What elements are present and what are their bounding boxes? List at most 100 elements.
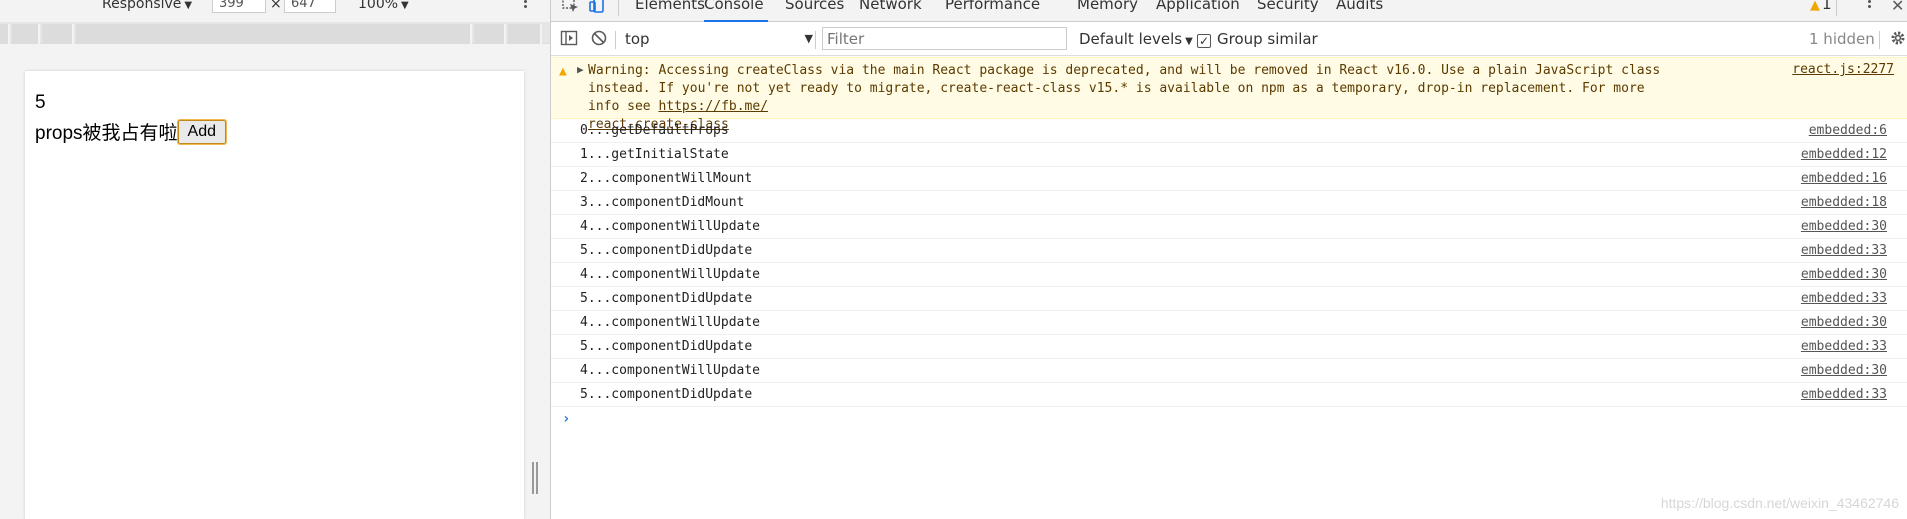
ruler-segment[interactable] [474, 24, 506, 44]
warning-icon: ▲ [559, 64, 567, 79]
log-message: 3...componentDidMount [580, 195, 745, 210]
device-toolbar-icon[interactable] [589, 0, 609, 16]
width-input[interactable]: 399 [212, 0, 266, 13]
hidden-count: 1 hidden [1809, 30, 1875, 48]
log-message: 4...componentWillUpdate [580, 315, 761, 330]
log-source-link[interactable]: embedded:33 [1801, 287, 1887, 310]
log-source-link[interactable]: embedded:33 [1801, 239, 1887, 262]
tab-sources[interactable]: Sources [785, 0, 844, 22]
media-query-ruler [0, 22, 550, 44]
close-icon[interactable]: ✕ [1891, 0, 1907, 16]
tab-application[interactable]: Application [1156, 0, 1240, 22]
log-source-link[interactable]: embedded:30 [1801, 311, 1887, 334]
tab-elements[interactable]: Elements [635, 0, 705, 22]
log-message: 5...componentDidUpdate [580, 243, 753, 258]
emulated-viewport: 5 props被我占有啦 Add [25, 71, 524, 519]
ruler-segment[interactable] [42, 24, 74, 44]
watermark: https://blog.csdn.net/weixin_43462746 [1660, 495, 1899, 511]
warning-line-2: instead. If you're not yet ready to migr… [588, 81, 1645, 114]
warning-link-part1[interactable]: https://fb.me/ [658, 99, 768, 114]
add-button[interactable]: Add [176, 118, 228, 145]
more-options-icon[interactable] [524, 0, 528, 10]
tab-performance[interactable]: Performance [945, 0, 1040, 22]
console-log-row: 1...getInitialState embedded:12 [551, 143, 1907, 167]
log-message: 4...componentWillUpdate [580, 219, 761, 234]
device-mode-dropdown[interactable]: Responsive ▼ [102, 0, 192, 12]
browser-window: Responsive ▼ 399 × 647 100% ▼ 5 props被我占有啦… [0, 0, 1907, 519]
device-mode-label: Responsive [102, 0, 182, 12]
console-prompt[interactable]: › [551, 407, 1907, 431]
props-line: props被我占有啦 Add [35, 118, 228, 145]
console-log-row: 5...componentDidUpdate embedded:33 [551, 335, 1907, 359]
props-text: props被我占有啦 [35, 123, 178, 144]
log-source-link[interactable]: embedded:30 [1801, 215, 1887, 238]
group-similar-toggle[interactable]: ✓ Group similar [1197, 30, 1318, 48]
filter-input[interactable] [822, 27, 1067, 50]
console-log-row: 5...componentDidUpdate embedded:33 [551, 383, 1907, 407]
tab-network[interactable]: Network [859, 0, 922, 22]
warning-source-link[interactable]: react.js:2277 [1792, 62, 1894, 77]
ruler-segment[interactable] [12, 24, 40, 44]
context-label: top [625, 30, 650, 48]
settings-gear-icon[interactable] [1889, 29, 1907, 51]
warning-line-1: Warning: Accessing createClass via the m… [588, 63, 1661, 78]
log-message: 5...componentDidUpdate [580, 339, 753, 354]
context-selector[interactable]: top ▼ [625, 30, 813, 48]
console-warning-message[interactable]: ▲ ▶ Warning: Accessing createClass via t… [551, 57, 1907, 132]
log-levels-label: Default levels [1079, 30, 1183, 48]
console-filterbar: top ▼ Default levels▼ ✓Group similar 1 h… [551, 23, 1907, 56]
zoom-label: 100% [358, 0, 399, 12]
caret-down-icon: ▼ [1185, 36, 1193, 47]
filterbar-separator [815, 31, 816, 49]
log-source-link[interactable]: embedded:6 [1809, 119, 1887, 142]
inspect-element-icon[interactable] [562, 0, 582, 16]
filterbar-separator [1879, 31, 1880, 49]
filterbar-separator [615, 31, 616, 49]
expand-triangle-icon[interactable]: ▶ [577, 63, 584, 76]
times-symbol: × [270, 0, 282, 12]
log-message: 0...getDefaultProps [580, 123, 729, 138]
warning-icon: ▲ [1810, 0, 1820, 13]
tab-console[interactable]: Console [704, 0, 768, 22]
log-source-link[interactable]: embedded:12 [1801, 143, 1887, 166]
log-source-link[interactable]: embedded:30 [1801, 359, 1887, 382]
log-message: 4...componentWillUpdate [580, 363, 761, 378]
log-message: 2...componentWillMount [580, 171, 753, 186]
tab-audits[interactable]: Audits [1336, 0, 1383, 22]
counter-value: 5 [35, 92, 46, 113]
console-log-row: 4...componentWillUpdate embedded:30 [551, 311, 1907, 335]
ruler-segment[interactable] [0, 24, 10, 44]
console-log-row: 5...componentDidUpdate embedded:33 [551, 239, 1907, 263]
log-source-link[interactable]: embedded:33 [1801, 335, 1887, 358]
log-message: 4...componentWillUpdate [580, 267, 761, 282]
console-log-row: 5...componentDidUpdate embedded:33 [551, 287, 1907, 311]
tab-memory[interactable]: Memory [1077, 0, 1138, 22]
log-source-link[interactable]: embedded:18 [1801, 191, 1887, 214]
device-toolbar: Responsive ▼ 399 × 647 100% ▼ [0, 0, 550, 14]
group-similar-checkbox[interactable]: ✓ [1197, 34, 1211, 48]
group-similar-label: Group similar [1217, 30, 1318, 48]
clear-console-icon[interactable] [590, 29, 608, 51]
ruler-segment[interactable] [76, 24, 472, 44]
console-log-row: 4...componentWillUpdate embedded:30 [551, 359, 1907, 383]
warning-counter[interactable]: ▲ 1 [1810, 0, 1832, 13]
log-message: 1...getInitialState [580, 147, 729, 162]
sidebar-toggle-icon[interactable] [560, 29, 578, 51]
prompt-chevron-icon: › [562, 411, 571, 427]
log-levels-dropdown[interactable]: Default levels ▼ [1079, 30, 1193, 48]
log-source-link[interactable]: embedded:16 [1801, 167, 1887, 190]
console-log-row: 4...componentWillUpdate embedded:30 [551, 215, 1907, 239]
ruler-segment[interactable] [508, 24, 542, 44]
log-source-link[interactable]: embedded:30 [1801, 263, 1887, 286]
log-message: 5...componentDidUpdate [580, 387, 753, 402]
tab-security[interactable]: Security [1257, 0, 1319, 22]
caret-down-icon: ▼ [804, 32, 813, 45]
log-source-link[interactable]: embedded:33 [1801, 383, 1887, 406]
resize-handle[interactable] [532, 462, 540, 494]
console-log-row: 0...getDefaultProps embedded:6 [551, 119, 1907, 143]
console-log-row: 4...componentWillUpdate embedded:30 [551, 263, 1907, 287]
height-input[interactable]: 647 [284, 0, 336, 13]
zoom-dropdown[interactable]: 100% ▼ [358, 0, 409, 12]
devtools-menu-icon[interactable] [1868, 0, 1872, 10]
devtools-pane: Elements Console Sources Network Perform… [550, 0, 1907, 519]
